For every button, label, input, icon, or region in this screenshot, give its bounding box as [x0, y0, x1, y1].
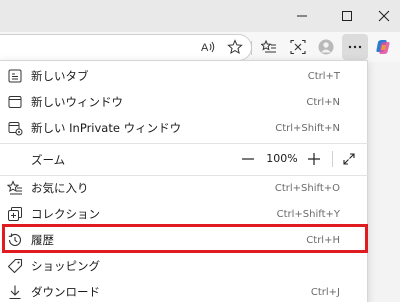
close-button[interactable]: [366, 0, 400, 32]
favorite-star-icon: [227, 39, 243, 55]
history-highlight-box: [2, 224, 368, 253]
settings-and-more-button[interactable]: [342, 34, 368, 60]
screenshot-icon: [290, 39, 306, 55]
menu-item-shortcut: Ctrl+Shift+Y: [276, 208, 340, 220]
menu-item-label: ダウンロード: [31, 285, 100, 299]
zoom-row: ズーム 100%: [0, 143, 368, 175]
browser-toolbar: A: [0, 32, 400, 62]
maximize-button[interactable]: [329, 0, 365, 32]
maximize-icon: [342, 11, 352, 21]
new-window-icon: [7, 94, 23, 110]
screenshot-button[interactable]: [285, 34, 311, 60]
zoom-label: ズーム: [31, 153, 66, 167]
minimize-icon: [297, 15, 307, 17]
menu-item-new-tab[interactable]: 新しいタブ Ctrl+T: [0, 63, 368, 89]
svg-text:A: A: [201, 42, 209, 54]
inprivate-icon: [7, 120, 23, 136]
zoom-out-button[interactable]: [236, 147, 260, 171]
menu-item-shopping[interactable]: ショッピング: [0, 253, 368, 279]
favorites-button[interactable]: [256, 34, 282, 60]
menu-item-shortcut: Ctrl+J: [310, 286, 340, 298]
menu-item-downloads[interactable]: ダウンロード Ctrl+J: [0, 279, 368, 302]
read-aloud-button[interactable]: A: [195, 34, 221, 60]
menu-item-label: 新しい InPrivate ウィンドウ: [31, 121, 182, 135]
menu-item-new-window[interactable]: 新しいウィンドウ Ctrl+N: [0, 89, 368, 115]
collections-icon: [7, 206, 23, 222]
menu-item-label: お気に入り: [31, 181, 89, 195]
download-icon: [7, 284, 23, 300]
title-bar: [0, 0, 400, 32]
menu-item-shortcut: Ctrl+N: [306, 96, 340, 108]
menu-item-shortcut: Ctrl+Shift+O: [274, 182, 340, 194]
menu-item-label: 新しいタブ: [31, 69, 89, 83]
minus-icon: [242, 158, 254, 160]
menu-item-shortcut: Ctrl+Shift+N: [275, 122, 340, 134]
fullscreen-icon: [343, 153, 355, 165]
profile-button[interactable]: [313, 34, 339, 60]
menu-item-shortcut: Ctrl+T: [307, 70, 340, 82]
plus-icon: [308, 153, 320, 165]
shopping-tag-icon: [7, 258, 23, 274]
favorites-icon: [7, 180, 23, 196]
more-dots-icon: [348, 45, 362, 49]
toolbar-separator: [251, 41, 252, 55]
zoom-separator: [332, 151, 333, 167]
menu-item-label: ショッピング: [31, 259, 100, 273]
copilot-icon: [376, 40, 390, 54]
settings-menu: 新しいタブ Ctrl+T 新しいウィンドウ Ctrl+N 新しい InPriva…: [0, 60, 368, 302]
minimize-button[interactable]: [284, 0, 320, 32]
menu-item-label: コレクション: [31, 207, 100, 221]
zoom-value: 100%: [266, 152, 298, 165]
read-aloud-icon: A: [201, 41, 215, 54]
copilot-button[interactable]: [370, 34, 396, 60]
new-tab-icon: [7, 68, 23, 84]
menu-item-favorites[interactable]: お気に入り Ctrl+Shift+O: [0, 175, 368, 201]
fullscreen-button[interactable]: [337, 147, 361, 171]
menu-item-new-inprivate[interactable]: 新しい InPrivate ウィンドウ Ctrl+Shift+N: [0, 115, 368, 141]
menu-item-label: 新しいウィンドウ: [31, 95, 123, 109]
zoom-in-button[interactable]: [302, 147, 326, 171]
profile-icon: [318, 39, 334, 55]
close-icon: [378, 10, 390, 22]
add-favorite-button[interactable]: [222, 34, 248, 60]
favorites-bar-icon: [261, 39, 276, 53]
